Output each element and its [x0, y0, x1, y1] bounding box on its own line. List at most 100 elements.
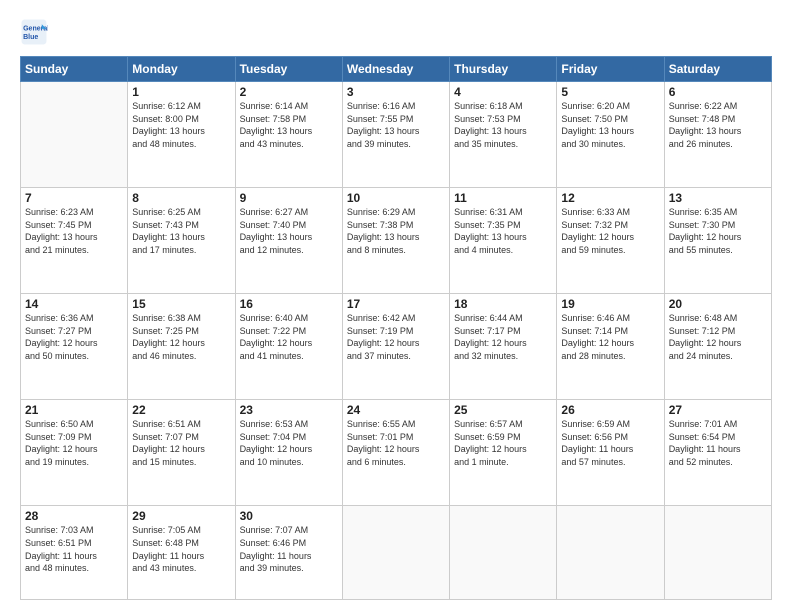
- day-number: 18: [454, 297, 552, 311]
- calendar-header-row: SundayMondayTuesdayWednesdayThursdayFrid…: [21, 57, 772, 82]
- day-number: 11: [454, 191, 552, 205]
- day-info: Sunrise: 7:07 AM Sunset: 6:46 PM Dayligh…: [240, 524, 338, 574]
- day-info: Sunrise: 6:27 AM Sunset: 7:40 PM Dayligh…: [240, 206, 338, 256]
- day-number: 24: [347, 403, 445, 417]
- calendar-day-cell: [450, 506, 557, 600]
- day-number: 19: [561, 297, 659, 311]
- day-info: Sunrise: 6:12 AM Sunset: 8:00 PM Dayligh…: [132, 100, 230, 150]
- day-number: 14: [25, 297, 123, 311]
- day-info: Sunrise: 6:33 AM Sunset: 7:32 PM Dayligh…: [561, 206, 659, 256]
- day-number: 3: [347, 85, 445, 99]
- day-info: Sunrise: 6:35 AM Sunset: 7:30 PM Dayligh…: [669, 206, 767, 256]
- calendar-day-cell: 15Sunrise: 6:38 AM Sunset: 7:25 PM Dayli…: [128, 294, 235, 400]
- day-info: Sunrise: 6:55 AM Sunset: 7:01 PM Dayligh…: [347, 418, 445, 468]
- day-info: Sunrise: 6:36 AM Sunset: 7:27 PM Dayligh…: [25, 312, 123, 362]
- day-info: Sunrise: 6:38 AM Sunset: 7:25 PM Dayligh…: [132, 312, 230, 362]
- calendar-day-cell: 20Sunrise: 6:48 AM Sunset: 7:12 PM Dayli…: [664, 294, 771, 400]
- calendar-week-row: 28Sunrise: 7:03 AM Sunset: 6:51 PM Dayli…: [21, 506, 772, 600]
- day-info: Sunrise: 6:46 AM Sunset: 7:14 PM Dayligh…: [561, 312, 659, 362]
- calendar-day-cell: 18Sunrise: 6:44 AM Sunset: 7:17 PM Dayli…: [450, 294, 557, 400]
- day-info: Sunrise: 6:50 AM Sunset: 7:09 PM Dayligh…: [25, 418, 123, 468]
- calendar-week-row: 21Sunrise: 6:50 AM Sunset: 7:09 PM Dayli…: [21, 400, 772, 506]
- day-number: 10: [347, 191, 445, 205]
- calendar-day-cell: 12Sunrise: 6:33 AM Sunset: 7:32 PM Dayli…: [557, 188, 664, 294]
- calendar-day-cell: 10Sunrise: 6:29 AM Sunset: 7:38 PM Dayli…: [342, 188, 449, 294]
- day-info: Sunrise: 6:18 AM Sunset: 7:53 PM Dayligh…: [454, 100, 552, 150]
- weekday-header: Tuesday: [235, 57, 342, 82]
- calendar-day-cell: [664, 506, 771, 600]
- calendar-table: SundayMondayTuesdayWednesdayThursdayFrid…: [20, 56, 772, 600]
- day-info: Sunrise: 6:20 AM Sunset: 7:50 PM Dayligh…: [561, 100, 659, 150]
- day-number: 4: [454, 85, 552, 99]
- day-number: 1: [132, 85, 230, 99]
- day-number: 30: [240, 509, 338, 523]
- calendar-day-cell: [21, 82, 128, 188]
- calendar-day-cell: 1Sunrise: 6:12 AM Sunset: 8:00 PM Daylig…: [128, 82, 235, 188]
- day-info: Sunrise: 6:14 AM Sunset: 7:58 PM Dayligh…: [240, 100, 338, 150]
- day-number: 8: [132, 191, 230, 205]
- day-info: Sunrise: 6:59 AM Sunset: 6:56 PM Dayligh…: [561, 418, 659, 468]
- calendar-day-cell: 4Sunrise: 6:18 AM Sunset: 7:53 PM Daylig…: [450, 82, 557, 188]
- day-number: 28: [25, 509, 123, 523]
- calendar-day-cell: 14Sunrise: 6:36 AM Sunset: 7:27 PM Dayli…: [21, 294, 128, 400]
- calendar-day-cell: 21Sunrise: 6:50 AM Sunset: 7:09 PM Dayli…: [21, 400, 128, 506]
- day-number: 27: [669, 403, 767, 417]
- day-info: Sunrise: 6:44 AM Sunset: 7:17 PM Dayligh…: [454, 312, 552, 362]
- day-info: Sunrise: 6:16 AM Sunset: 7:55 PM Dayligh…: [347, 100, 445, 150]
- day-number: 2: [240, 85, 338, 99]
- calendar-day-cell: 26Sunrise: 6:59 AM Sunset: 6:56 PM Dayli…: [557, 400, 664, 506]
- day-info: Sunrise: 6:31 AM Sunset: 7:35 PM Dayligh…: [454, 206, 552, 256]
- calendar-day-cell: 29Sunrise: 7:05 AM Sunset: 6:48 PM Dayli…: [128, 506, 235, 600]
- calendar-day-cell: 25Sunrise: 6:57 AM Sunset: 6:59 PM Dayli…: [450, 400, 557, 506]
- calendar-day-cell: 7Sunrise: 6:23 AM Sunset: 7:45 PM Daylig…: [21, 188, 128, 294]
- calendar-day-cell: 13Sunrise: 6:35 AM Sunset: 7:30 PM Dayli…: [664, 188, 771, 294]
- calendar-day-cell: 2Sunrise: 6:14 AM Sunset: 7:58 PM Daylig…: [235, 82, 342, 188]
- calendar-day-cell: 30Sunrise: 7:07 AM Sunset: 6:46 PM Dayli…: [235, 506, 342, 600]
- calendar-day-cell: 23Sunrise: 6:53 AM Sunset: 7:04 PM Dayli…: [235, 400, 342, 506]
- calendar-week-row: 14Sunrise: 6:36 AM Sunset: 7:27 PM Dayli…: [21, 294, 772, 400]
- weekday-header: Friday: [557, 57, 664, 82]
- day-info: Sunrise: 7:05 AM Sunset: 6:48 PM Dayligh…: [132, 524, 230, 574]
- day-info: Sunrise: 6:25 AM Sunset: 7:43 PM Dayligh…: [132, 206, 230, 256]
- calendar-day-cell: 17Sunrise: 6:42 AM Sunset: 7:19 PM Dayli…: [342, 294, 449, 400]
- calendar-day-cell: 9Sunrise: 6:27 AM Sunset: 7:40 PM Daylig…: [235, 188, 342, 294]
- calendar-day-cell: [342, 506, 449, 600]
- day-number: 13: [669, 191, 767, 205]
- svg-text:Blue: Blue: [23, 34, 38, 41]
- day-number: 9: [240, 191, 338, 205]
- day-info: Sunrise: 6:48 AM Sunset: 7:12 PM Dayligh…: [669, 312, 767, 362]
- day-number: 20: [669, 297, 767, 311]
- day-number: 29: [132, 509, 230, 523]
- day-number: 21: [25, 403, 123, 417]
- calendar-day-cell: 3Sunrise: 6:16 AM Sunset: 7:55 PM Daylig…: [342, 82, 449, 188]
- calendar-week-row: 7Sunrise: 6:23 AM Sunset: 7:45 PM Daylig…: [21, 188, 772, 294]
- weekday-header: Thursday: [450, 57, 557, 82]
- day-info: Sunrise: 6:51 AM Sunset: 7:07 PM Dayligh…: [132, 418, 230, 468]
- day-number: 15: [132, 297, 230, 311]
- page: General Blue SundayMondayTuesdayWednesda…: [0, 0, 792, 612]
- calendar-day-cell: 5Sunrise: 6:20 AM Sunset: 7:50 PM Daylig…: [557, 82, 664, 188]
- day-info: Sunrise: 6:22 AM Sunset: 7:48 PM Dayligh…: [669, 100, 767, 150]
- weekday-header: Sunday: [21, 57, 128, 82]
- calendar-day-cell: 16Sunrise: 6:40 AM Sunset: 7:22 PM Dayli…: [235, 294, 342, 400]
- svg-text:General: General: [23, 25, 48, 32]
- calendar-week-row: 1Sunrise: 6:12 AM Sunset: 8:00 PM Daylig…: [21, 82, 772, 188]
- day-number: 23: [240, 403, 338, 417]
- weekday-header: Monday: [128, 57, 235, 82]
- day-number: 16: [240, 297, 338, 311]
- calendar-day-cell: 19Sunrise: 6:46 AM Sunset: 7:14 PM Dayli…: [557, 294, 664, 400]
- day-number: 25: [454, 403, 552, 417]
- day-info: Sunrise: 7:03 AM Sunset: 6:51 PM Dayligh…: [25, 524, 123, 574]
- calendar-day-cell: 28Sunrise: 7:03 AM Sunset: 6:51 PM Dayli…: [21, 506, 128, 600]
- calendar-day-cell: 27Sunrise: 7:01 AM Sunset: 6:54 PM Dayli…: [664, 400, 771, 506]
- day-info: Sunrise: 6:42 AM Sunset: 7:19 PM Dayligh…: [347, 312, 445, 362]
- day-info: Sunrise: 7:01 AM Sunset: 6:54 PM Dayligh…: [669, 418, 767, 468]
- day-info: Sunrise: 6:53 AM Sunset: 7:04 PM Dayligh…: [240, 418, 338, 468]
- day-number: 5: [561, 85, 659, 99]
- day-info: Sunrise: 6:57 AM Sunset: 6:59 PM Dayligh…: [454, 418, 552, 468]
- day-number: 6: [669, 85, 767, 99]
- calendar-day-cell: 24Sunrise: 6:55 AM Sunset: 7:01 PM Dayli…: [342, 400, 449, 506]
- calendar-day-cell: [557, 506, 664, 600]
- day-number: 22: [132, 403, 230, 417]
- day-info: Sunrise: 6:40 AM Sunset: 7:22 PM Dayligh…: [240, 312, 338, 362]
